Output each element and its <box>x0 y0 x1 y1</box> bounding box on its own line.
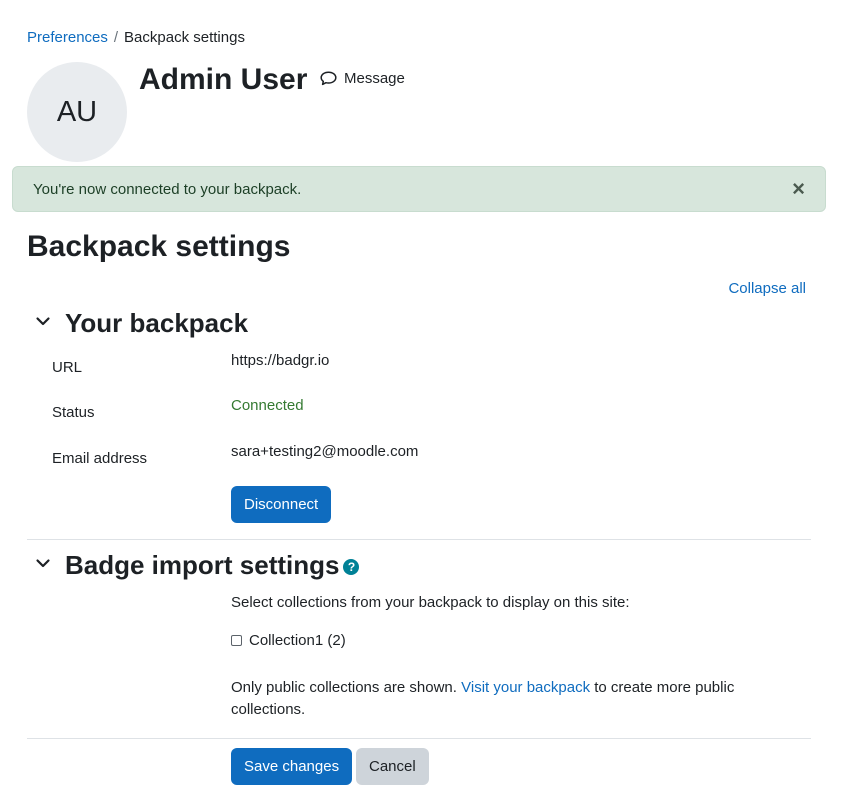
form-divider <box>27 738 811 739</box>
status-label: Status <box>52 404 95 421</box>
question-circle-icon[interactable]: ? <box>343 559 360 575</box>
url-value: https://badgr.io <box>231 352 330 369</box>
badge-import-title-text: Badge import settings <box>65 550 340 580</box>
chevron-down-icon <box>35 313 51 334</box>
chat-bubble-icon <box>320 71 337 86</box>
section-title-your-backpack: Your backpack <box>65 308 249 338</box>
email-value: sara+testing2@moodle.com <box>231 443 419 460</box>
collapse-all-link[interactable]: Collapse all <box>728 280 806 297</box>
status-value: Connected <box>231 397 304 414</box>
user-fullname: Admin User <box>139 63 308 96</box>
breadcrumb-current: Backpack settings <box>124 29 245 46</box>
collections-instructions: Select collections from your backpack to… <box>231 594 630 611</box>
email-label: Email address <box>52 450 148 467</box>
collection1-label: Collection1 (2) <box>249 632 346 649</box>
visit-backpack-link[interactable]: Visit your backpack <box>461 679 590 696</box>
collection1-checkbox[interactable] <box>231 635 242 646</box>
success-alert: You're now connected to your backpack. × <box>12 166 826 212</box>
save-changes-button[interactable]: Save changes <box>231 748 353 785</box>
avatar: AU <box>27 62 127 162</box>
url-label: URL <box>52 359 83 376</box>
collection-checkbox-row[interactable]: Collection1 (2) <box>231 632 346 649</box>
section-badge-import-toggle[interactable]: Badge import settings? <box>35 549 360 581</box>
cancel-button[interactable]: Cancel <box>356 748 429 785</box>
alert-message: You're now connected to your backpack. <box>33 180 302 198</box>
chevron-down-icon <box>35 555 51 576</box>
breadcrumb: Preferences / Backpack settings <box>27 29 245 46</box>
message-label: Message <box>344 70 405 87</box>
section-divider <box>27 539 811 540</box>
breadcrumb-separator: / <box>113 29 119 46</box>
message-button[interactable]: Message <box>320 70 405 87</box>
public-collections-note: Only public collections are shown. Visit… <box>231 677 771 721</box>
note-prefix: Only public collections are shown. <box>231 679 462 696</box>
close-icon[interactable]: × <box>792 178 805 200</box>
disconnect-button[interactable]: Disconnect <box>231 486 332 523</box>
page-title: Backpack settings <box>27 230 291 263</box>
section-title-badge-import: Badge import settings? <box>65 549 360 581</box>
avatar-initials: AU <box>56 95 98 128</box>
breadcrumb-preferences-link[interactable]: Preferences <box>27 29 108 46</box>
section-your-backpack-toggle[interactable]: Your backpack <box>35 307 248 339</box>
